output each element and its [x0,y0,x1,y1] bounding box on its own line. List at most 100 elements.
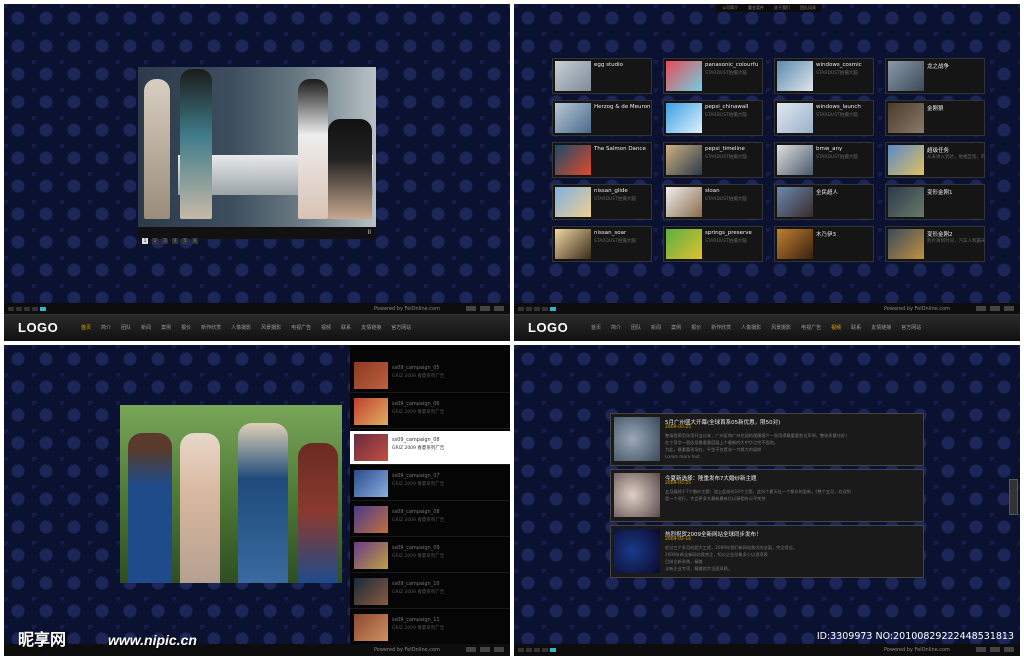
nav-item[interactable]: 人像摄影 [736,324,766,331]
nav-item[interactable]: 案例 [666,324,686,331]
grid-icon[interactable] [466,647,476,652]
nav-item[interactable]: 案例 [156,324,176,331]
video-thumbnail[interactable] [888,229,924,259]
list-item[interactable]: ss09_campaign_06 GRIZ 2009 春夏系列广告 [350,395,510,429]
volume-icon[interactable] [480,306,490,311]
video-thumbnail[interactable] [666,187,702,217]
list-item[interactable]: ss09_campaign_05 GRIZ 2009 春夏系列广告 [350,359,510,393]
list-item[interactable]: ss09_campaign_10 GRIZ 2009 春夏系列广告 [350,575,510,609]
top-menu-item[interactable]: 重金案件 [748,4,764,12]
video-tile[interactable]: nissan_soar STARDUST拍摄大脑 [552,226,652,262]
volume-icon[interactable] [990,647,1000,652]
slide-number[interactable]: 4 [172,238,178,244]
nav-item[interactable]: 视频 [826,324,846,331]
list-thumbnail[interactable] [354,614,388,641]
slide-number[interactable]: 5 [182,238,188,244]
fullscreen-icon[interactable] [494,306,504,311]
nav-item[interactable]: 团队 [116,324,136,331]
nav-item[interactable]: 联系 [846,324,866,331]
video-thumbnail[interactable] [777,229,813,259]
fullscreen-icon[interactable] [1004,306,1014,311]
top-menu-item[interactable]: 关于我们 [774,4,790,12]
nav-item[interactable]: 简介 [606,324,626,331]
nav-item[interactable]: 视频 [316,324,336,331]
video-thumbnail[interactable] [555,103,591,133]
video-tile[interactable]: 木乃伊3 [774,226,874,262]
video-tile[interactable]: windows_launch STARDUST拍摄大脑 [774,100,874,136]
video-tile[interactable]: The Salmon Dance [552,142,652,178]
video-tile[interactable]: panasonic_colourfu STARDUST拍摄大脑 [663,58,763,94]
slide-number[interactable]: 3 [162,238,168,244]
video-thumbnail[interactable] [555,229,591,259]
nav-item[interactable]: 官方网站 [896,324,926,331]
nav-item[interactable]: 友情链接 [356,324,386,331]
list-thumbnail[interactable] [354,362,388,389]
news-image[interactable] [614,529,660,573]
list-item[interactable]: ss09_campaign_08 GRIZ 2009 春夏系列广告 [350,503,510,537]
logo[interactable]: LOGO [528,320,568,335]
nav-item[interactable]: 电视广告 [796,324,826,331]
list-thumbnail[interactable] [354,398,388,425]
video-tile[interactable]: nissan_glide STARDUST拍摄大脑 [552,184,652,220]
video-tile[interactable]: bmw_any STARDUST拍摄大脑 [774,142,874,178]
video-tile[interactable]: pepsi_timeline STARDUST拍摄大脑 [663,142,763,178]
video-thumbnail[interactable] [666,229,702,259]
nav-item[interactable]: 首页 [76,324,96,331]
video-thumbnail[interactable] [777,61,813,91]
video-tile[interactable]: 变形金刚2影片讲到时间，汽车人和霸天虎之争战斗，BMW 大黄蜂汽车在的联络结构，… [885,226,985,262]
video-tile[interactable]: pepsi_chinawall STARDUST拍摄大脑 [663,100,763,136]
video-thumbnail[interactable] [777,145,813,175]
video-tile[interactable]: springs_preserve STARDUST拍摄大脑 [663,226,763,262]
video-thumbnail[interactable] [777,103,813,133]
slide-number[interactable]: 1 [142,238,148,244]
video-thumbnail[interactable] [555,61,591,91]
pause-icon[interactable]: II [367,229,371,236]
nav-item[interactable]: 首页 [586,324,606,331]
video-thumbnail[interactable] [888,103,924,133]
grid-icon[interactable] [976,306,986,311]
list-thumbnail[interactable] [354,542,388,569]
nav-item[interactable]: 友情链接 [866,324,896,331]
news-item[interactable]: 今夏新选择：隆重发布7大婚纱新主题 2009-05-25 五月展经于7个婚纱主题：加… [610,469,924,522]
video-tile[interactable]: sloan STARDUST拍摄大脑 [663,184,763,220]
news-item[interactable]: 5月广州盛大开幕(全球首系05新优惠，限50对) 2009-05-25 整场我荣用年… [610,413,924,466]
list-item[interactable]: ss09_campaign_11 GRIZ 2009 春夏系列广告 [350,611,510,645]
fullscreen-icon[interactable] [1004,647,1014,652]
video-tile[interactable]: windows_cosmic STARDUST拍摄大脑 [774,58,874,94]
video-thumbnail[interactable] [555,145,591,175]
list-thumbnail[interactable] [354,434,388,461]
video-thumbnail[interactable] [666,103,702,133]
logo[interactable]: LOGO [18,320,58,335]
list-item[interactable]: ss09_campaign_07 GRIZ 2009 春夏系列广告 [350,467,510,501]
video-tile[interactable]: 金刚狼 [885,100,985,136]
scrollbar[interactable] [1009,479,1018,515]
nav-item[interactable]: 官方网站 [386,324,416,331]
list-thumbnail[interactable] [354,506,388,533]
nav-item[interactable]: 新闻 [136,324,156,331]
slideshow-image[interactable] [138,67,376,227]
volume-icon[interactable] [990,306,1000,311]
video-thumbnail[interactable] [777,187,813,217]
nav-item[interactable]: 新闻 [646,324,666,331]
video-tile[interactable]: 变形金刚1 [885,184,985,220]
gallery-image[interactable] [120,405,342,583]
video-thumbnail[interactable] [888,61,924,91]
video-thumbnail[interactable] [888,187,924,217]
nav-item[interactable]: 团队 [626,324,646,331]
top-menu-item[interactable]: 团队风采 [800,4,816,12]
news-image[interactable] [614,417,660,461]
nav-item[interactable]: 风景摄影 [256,324,286,331]
list-item[interactable]: ss09_campaign_08 GRIZ 2009 春夏系列广告 [350,431,510,465]
fullscreen-icon[interactable] [494,647,504,652]
slide-number[interactable]: 2 [152,238,158,244]
list-item[interactable]: ss09_campaign_09 GRIZ 2009 春夏系列广告 [350,539,510,573]
video-tile[interactable]: Herzog & de Meuron [552,100,652,136]
grid-icon[interactable] [466,306,476,311]
video-thumbnail[interactable] [888,145,924,175]
grid-icon[interactable] [976,647,986,652]
nav-item[interactable]: 简介 [96,324,116,331]
slide-number[interactable]: 6 [192,238,198,244]
volume-icon[interactable] [480,647,490,652]
video-thumbnail[interactable] [555,187,591,217]
nav-item[interactable]: 电视广告 [286,324,316,331]
